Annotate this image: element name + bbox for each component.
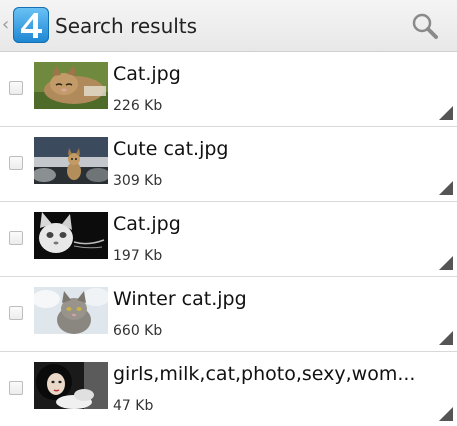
select-checkbox[interactable] xyxy=(9,81,23,95)
file-size: 197 Kb xyxy=(113,248,163,264)
item-menu-corner-icon[interactable] xyxy=(439,331,453,345)
app-window: ‹ Search results Cat.jpg 226 Kb Cute cat… xyxy=(0,0,457,426)
list-item[interactable]: Cute cat.jpg 309 Kb xyxy=(0,127,457,202)
search-results-list: Cat.jpg 226 Kb Cute cat.jpg 309 Kb Cat.j… xyxy=(0,52,457,426)
item-menu-corner-icon[interactable] xyxy=(439,407,453,421)
item-menu-corner-icon[interactable] xyxy=(439,256,453,270)
select-checkbox[interactable] xyxy=(9,231,23,245)
file-name: girls,milk,cat,photo,sexy,wom... xyxy=(113,363,416,385)
list-item[interactable]: girls,milk,cat,photo,sexy,wom... 47 Kb xyxy=(0,352,457,426)
file-thumbnail[interactable] xyxy=(34,62,108,109)
select-checkbox[interactable] xyxy=(9,381,23,395)
file-size: 226 Kb xyxy=(113,98,163,114)
file-thumbnail[interactable] xyxy=(34,212,108,259)
app-logo-icon[interactable] xyxy=(13,7,49,43)
list-item[interactable]: Cat.jpg 197 Kb xyxy=(0,202,457,277)
item-menu-corner-icon[interactable] xyxy=(439,181,453,195)
file-size: 660 Kb xyxy=(113,323,163,339)
action-bar: ‹ Search results xyxy=(0,0,457,52)
file-size: 309 Kb xyxy=(113,173,163,189)
page-title: Search results xyxy=(55,14,198,38)
select-checkbox[interactable] xyxy=(9,156,23,170)
search-icon xyxy=(412,13,438,39)
item-menu-corner-icon[interactable] xyxy=(439,106,453,120)
file-name: Winter cat.jpg xyxy=(113,288,247,310)
file-name: Cat.jpg xyxy=(113,213,181,235)
file-thumbnail[interactable] xyxy=(34,362,108,409)
file-thumbnail[interactable] xyxy=(34,287,108,334)
file-thumbnail[interactable] xyxy=(34,137,108,184)
search-button[interactable] xyxy=(406,8,446,44)
back-chevron-icon[interactable]: ‹ xyxy=(2,14,12,36)
file-size: 47 Kb xyxy=(113,398,154,414)
select-checkbox[interactable] xyxy=(9,306,23,320)
file-name: Cat.jpg xyxy=(113,63,181,85)
list-item[interactable]: Winter cat.jpg 660 Kb xyxy=(0,277,457,352)
list-item[interactable]: Cat.jpg 226 Kb xyxy=(0,52,457,127)
file-name: Cute cat.jpg xyxy=(113,138,229,160)
